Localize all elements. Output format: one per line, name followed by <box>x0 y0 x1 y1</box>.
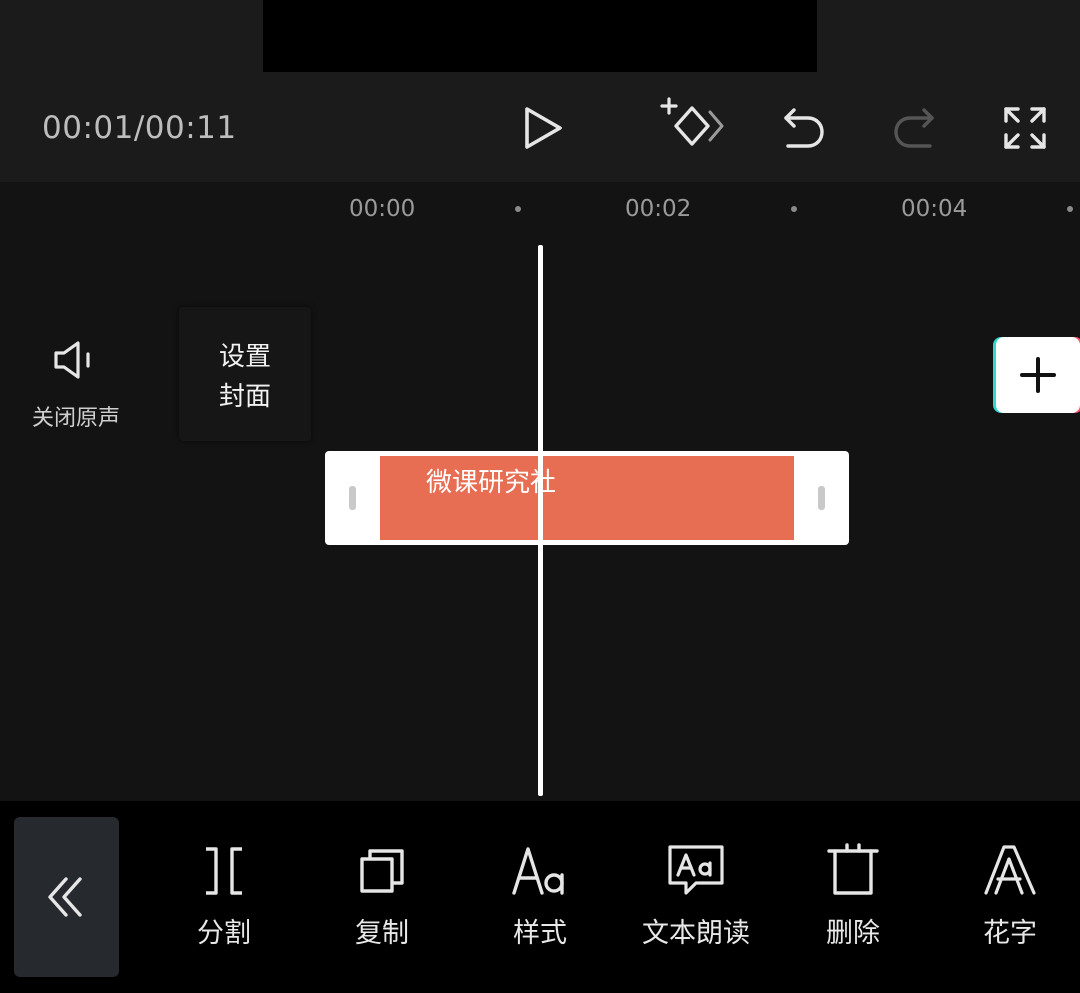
delete-icon <box>827 843 879 895</box>
split-icon <box>206 847 242 895</box>
text-to-speech-tool[interactable]: 文本朗读 <box>621 841 771 961</box>
tool-label: 分割 <box>197 918 251 949</box>
play-icon[interactable] <box>520 105 566 151</box>
clip-right-handle[interactable] <box>818 486 825 510</box>
tool-label: 花字 <box>983 918 1037 949</box>
speaker-icon <box>54 341 90 379</box>
undo-icon[interactable] <box>780 104 828 150</box>
ruler-label: 00:04 <box>901 196 968 222</box>
redo-icon[interactable] <box>890 104 938 150</box>
double-chevron-left-icon <box>48 877 82 917</box>
preview-control-bar: 00:01/00:11 <box>0 0 1080 182</box>
set-cover-button[interactable]: 设置 封面 <box>179 307 311 441</box>
collapse-toolbar-button[interactable] <box>14 817 119 977</box>
copy-icon <box>360 849 404 893</box>
add-keyframe-icon[interactable] <box>658 96 726 154</box>
mute-label: 关闭原声 <box>31 406 120 431</box>
ruler-tick <box>1067 206 1073 212</box>
tool-label: 删除 <box>826 918 880 949</box>
playhead[interactable] <box>538 245 543 796</box>
fancy-text-icon <box>984 845 1036 895</box>
fancy-text-tool[interactable]: 花字 <box>935 841 1080 961</box>
text-style-tool[interactable]: 样式 <box>465 841 615 961</box>
fullscreen-icon[interactable] <box>1002 105 1048 151</box>
copy-tool[interactable]: 复制 <box>307 841 457 961</box>
tool-label: 复制 <box>355 918 409 949</box>
ruler-tick <box>791 206 797 212</box>
tool-label: 文本朗读 <box>642 918 750 949</box>
clip-left-handle[interactable] <box>349 486 356 510</box>
text-clip[interactable]: 微课研究社 <box>325 451 849 545</box>
text-to-speech-icon <box>668 845 724 895</box>
ruler-tick <box>515 206 521 212</box>
video-preview[interactable] <box>263 0 817 72</box>
tool-label: 样式 <box>513 918 567 949</box>
cover-label: 设置 封面 <box>218 342 271 412</box>
text-clip-label: 微课研究社 <box>426 468 557 498</box>
mute-original-audio-button[interactable]: 关闭原声 <box>20 330 132 438</box>
plus-icon <box>1020 357 1056 393</box>
text-style-icon <box>512 847 564 895</box>
text-clip-body[interactable]: 微课研究社 <box>380 456 794 540</box>
video-editor-screen: 00:01/00:11 00:00 00:02 00:04 关闭原声 设置 封面… <box>0 0 1080 993</box>
delete-tool[interactable]: 删除 <box>778 841 928 961</box>
time-readout: 00:01/00:11 <box>42 110 237 146</box>
ruler-label: 00:00 <box>349 196 416 222</box>
add-clip-button[interactable] <box>996 337 1080 413</box>
split-tool[interactable]: 分割 <box>149 841 299 961</box>
bottom-toolbar: 分割 复制 样式 文本朗读 删除 花字 <box>0 801 1080 993</box>
ruler-label: 00:02 <box>625 196 692 222</box>
